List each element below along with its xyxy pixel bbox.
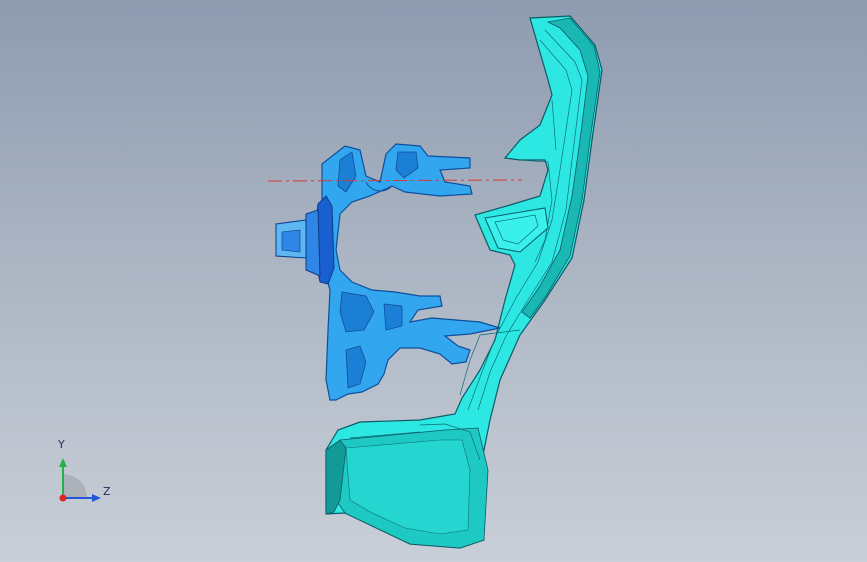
- fastener-flange: [305, 209, 321, 277]
- centerline: [267, 179, 523, 182]
- y-axis-arrow-icon: [59, 458, 67, 467]
- x-axis-dot-icon: [59, 494, 67, 502]
- z-axis-arrow-icon: [92, 494, 101, 502]
- model-section-view[interactable]: [0, 0, 867, 562]
- axis-triad[interactable]: Y Z: [46, 436, 126, 516]
- fastener-shank-detail: [281, 229, 301, 253]
- triad-quarter-disc: [63, 474, 87, 498]
- y-axis-label: Y: [58, 438, 65, 451]
- z-axis-label: Z: [103, 485, 111, 498]
- cad-viewport[interactable]: Y Z: [0, 0, 867, 562]
- fastener[interactable]: [275, 195, 335, 285]
